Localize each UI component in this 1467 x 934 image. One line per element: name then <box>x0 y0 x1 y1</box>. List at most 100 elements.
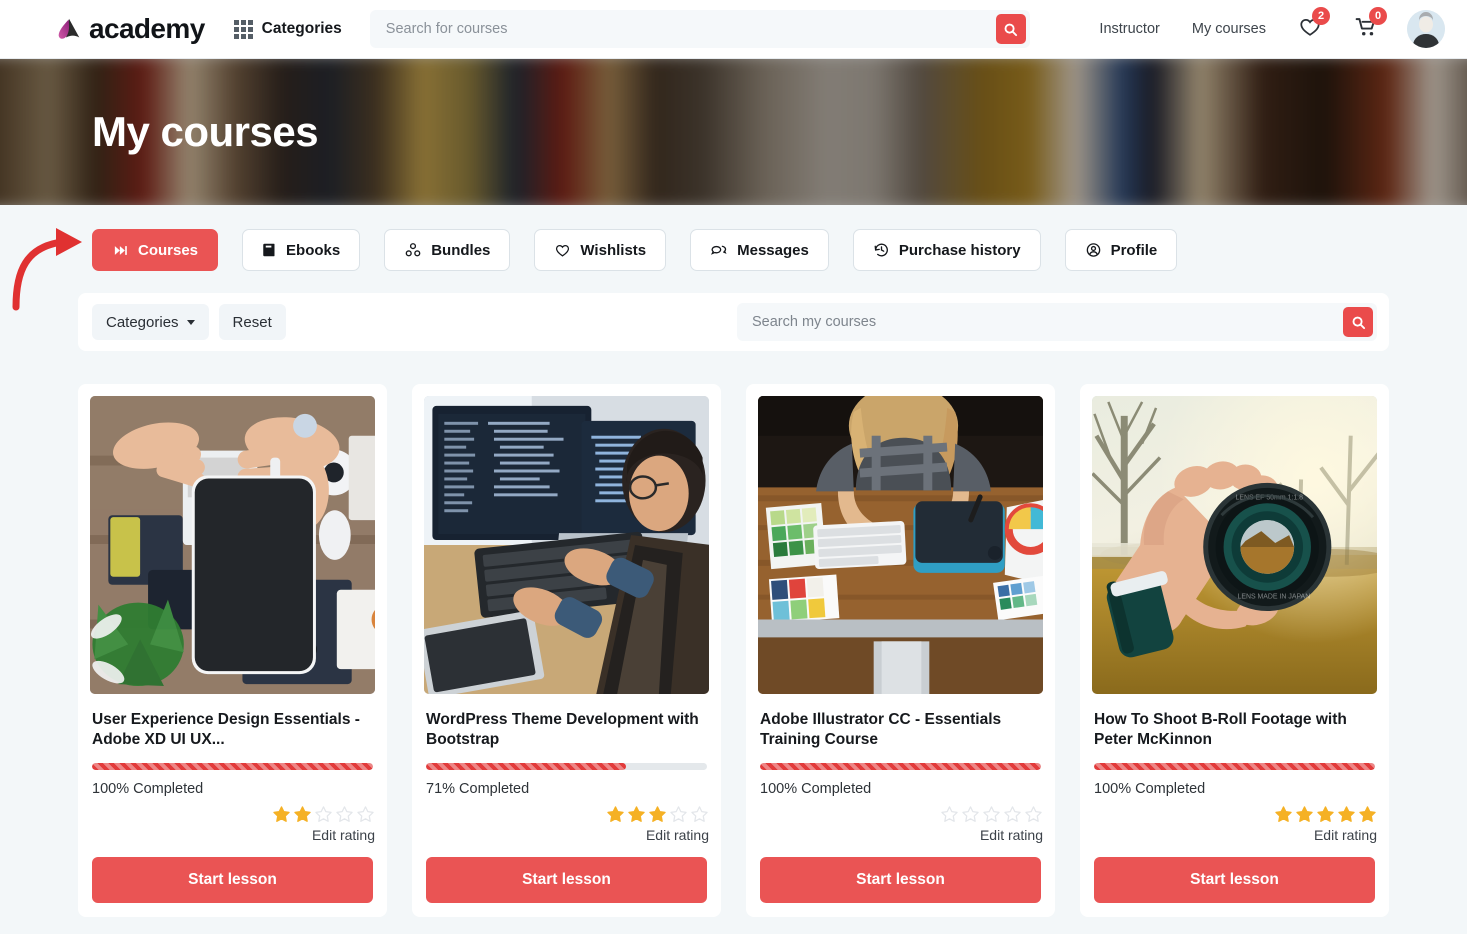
tab-label: Bundles <box>431 241 491 259</box>
heart-icon <box>556 244 570 257</box>
search-button[interactable] <box>995 14 1026 44</box>
site-logo[interactable]: academy <box>54 13 205 45</box>
start-lesson-button[interactable]: Start lesson <box>92 857 373 903</box>
page-title: My courses <box>92 108 319 155</box>
star-icon[interactable] <box>272 805 291 824</box>
edit-rating-link[interactable]: Edit rating <box>646 827 709 843</box>
start-lesson-button[interactable]: Start lesson <box>1094 857 1375 903</box>
wishlist-button[interactable]: 2 <box>1282 6 1338 43</box>
camera-lens-autumn-icon: LENS EF 50mm 1:1.8 LENS MADE IN JAPAN <box>1092 396 1377 694</box>
developer-coding-icon <box>424 396 709 694</box>
progress-fill <box>426 763 626 770</box>
avatar-icon <box>1407 10 1445 48</box>
cart-badge: 0 <box>1369 6 1387 25</box>
star-icon[interactable] <box>982 805 1001 824</box>
course-card[interactable]: LENS EF 50mm 1:1.8 LENS MADE IN JAPAN Ho… <box>1080 384 1389 917</box>
course-title: User Experience Design Essentials - Adob… <box>92 711 360 748</box>
chevron-down-icon <box>186 319 195 325</box>
filter-bar: Categories Reset <box>78 293 1389 351</box>
course-thumbnail[interactable] <box>424 396 709 694</box>
star-rating[interactable] <box>272 805 375 824</box>
star-icon[interactable] <box>1003 805 1022 824</box>
star-icon[interactable] <box>1024 805 1043 824</box>
progress-label: 100% Completed <box>760 781 872 797</box>
star-icon[interactable] <box>1358 805 1377 824</box>
start-lesson-button[interactable]: Start lesson <box>426 857 707 903</box>
skip-forward-icon <box>114 245 127 255</box>
edit-rating-link[interactable]: Edit rating <box>980 827 1043 843</box>
star-rating[interactable] <box>1274 805 1377 824</box>
hands-holding-smartphone-icon <box>90 396 375 694</box>
cart-button[interactable]: 0 <box>1338 6 1395 43</box>
star-icon[interactable] <box>356 805 375 824</box>
tab-wishlists[interactable]: Wishlists <box>534 229 667 271</box>
avatar[interactable] <box>1407 10 1445 48</box>
progress-label: 100% Completed <box>1094 781 1206 797</box>
course-thumbnail[interactable]: LENS EF 50mm 1:1.8 LENS MADE IN JAPAN <box>1092 396 1377 694</box>
tab-profile[interactable]: Profile <box>1064 229 1178 271</box>
course-card[interactable]: Adobe Illustrator CC - Essentials Traini… <box>746 384 1055 917</box>
star-icon[interactable] <box>335 805 354 824</box>
course-grid-wrap: User Experience Design Essentials - Adob… <box>0 351 1467 917</box>
course-thumbnail[interactable] <box>758 396 1043 694</box>
star-icon[interactable] <box>1295 805 1314 824</box>
progress-bar <box>92 763 373 770</box>
star-icon[interactable] <box>1337 805 1356 824</box>
course-grid: User Experience Design Essentials - Adob… <box>78 384 1389 917</box>
course-search-input[interactable] <box>752 314 1343 330</box>
tab-nav-band: Courses Ebooks Bundles Wishlists Message… <box>0 205 1467 311</box>
header-right-group: Instructor My courses 2 0 <box>1083 6 1445 48</box>
reset-button[interactable]: Reset <box>218 304 286 340</box>
tab-ebooks[interactable]: Ebooks <box>242 229 361 271</box>
hero-banner: My courses <box>0 59 1467 205</box>
tab-label: Messages <box>737 241 809 259</box>
star-icon[interactable] <box>1274 805 1293 824</box>
star-icon[interactable] <box>1316 805 1335 824</box>
edit-rating-link[interactable]: Edit rating <box>312 827 375 843</box>
star-rating[interactable] <box>940 805 1043 824</box>
tab-messages[interactable]: Messages <box>690 229 829 271</box>
course-card[interactable]: User Experience Design Essentials - Adob… <box>78 384 387 917</box>
star-icon[interactable] <box>314 805 333 824</box>
categories-filter-label: Categories <box>106 313 179 331</box>
rating-row: Edit rating <box>90 805 375 843</box>
star-icon[interactable] <box>940 805 959 824</box>
star-icon[interactable] <box>961 805 980 824</box>
tab-label: Wishlists <box>580 241 647 259</box>
tab-label: Ebooks <box>286 241 341 259</box>
star-icon[interactable] <box>669 805 688 824</box>
search-input[interactable] <box>385 21 996 37</box>
course-card[interactable]: WordPress Theme Development with Bootstr… <box>412 384 721 917</box>
star-rating[interactable] <box>606 805 709 824</box>
edit-rating-link[interactable]: Edit rating <box>1314 827 1377 843</box>
logo-text: academy <box>89 13 205 44</box>
progress-label: 100% Completed <box>92 781 204 797</box>
history-clock-icon <box>874 243 888 257</box>
star-icon[interactable] <box>293 805 312 824</box>
tab-purchase-history[interactable]: Purchase history <box>852 229 1041 271</box>
star-icon[interactable] <box>690 805 709 824</box>
progress-fill <box>1094 763 1375 770</box>
course-search-button[interactable] <box>1343 307 1373 337</box>
star-icon[interactable] <box>627 805 646 824</box>
categories-filter-dropdown[interactable]: Categories <box>92 304 209 340</box>
filter-bar-wrap: Categories Reset <box>0 293 1467 351</box>
categories-menu-button[interactable]: Categories <box>233 19 342 39</box>
course-title: WordPress Theme Development with Bootstr… <box>426 711 699 748</box>
header-search-bar <box>369 10 1030 48</box>
grid-icon <box>233 19 253 39</box>
search-icon <box>1004 23 1018 36</box>
tab-courses[interactable]: Courses <box>92 229 219 271</box>
tab-bundles[interactable]: Bundles <box>384 229 511 271</box>
course-thumbnail[interactable] <box>90 396 375 694</box>
chat-bubbles-icon <box>711 245 727 255</box>
star-icon[interactable] <box>648 805 667 824</box>
top-header: academy Categories Instructor My courses… <box>0 0 1467 59</box>
bundles-icon <box>405 243 421 257</box>
star-icon[interactable] <box>606 805 625 824</box>
nav-link-instructor[interactable]: Instructor <box>1083 21 1175 37</box>
progress-fill <box>760 763 1041 770</box>
book-icon <box>263 243 275 257</box>
nav-link-my-courses[interactable]: My courses <box>1176 21 1282 37</box>
start-lesson-button[interactable]: Start lesson <box>760 857 1041 903</box>
